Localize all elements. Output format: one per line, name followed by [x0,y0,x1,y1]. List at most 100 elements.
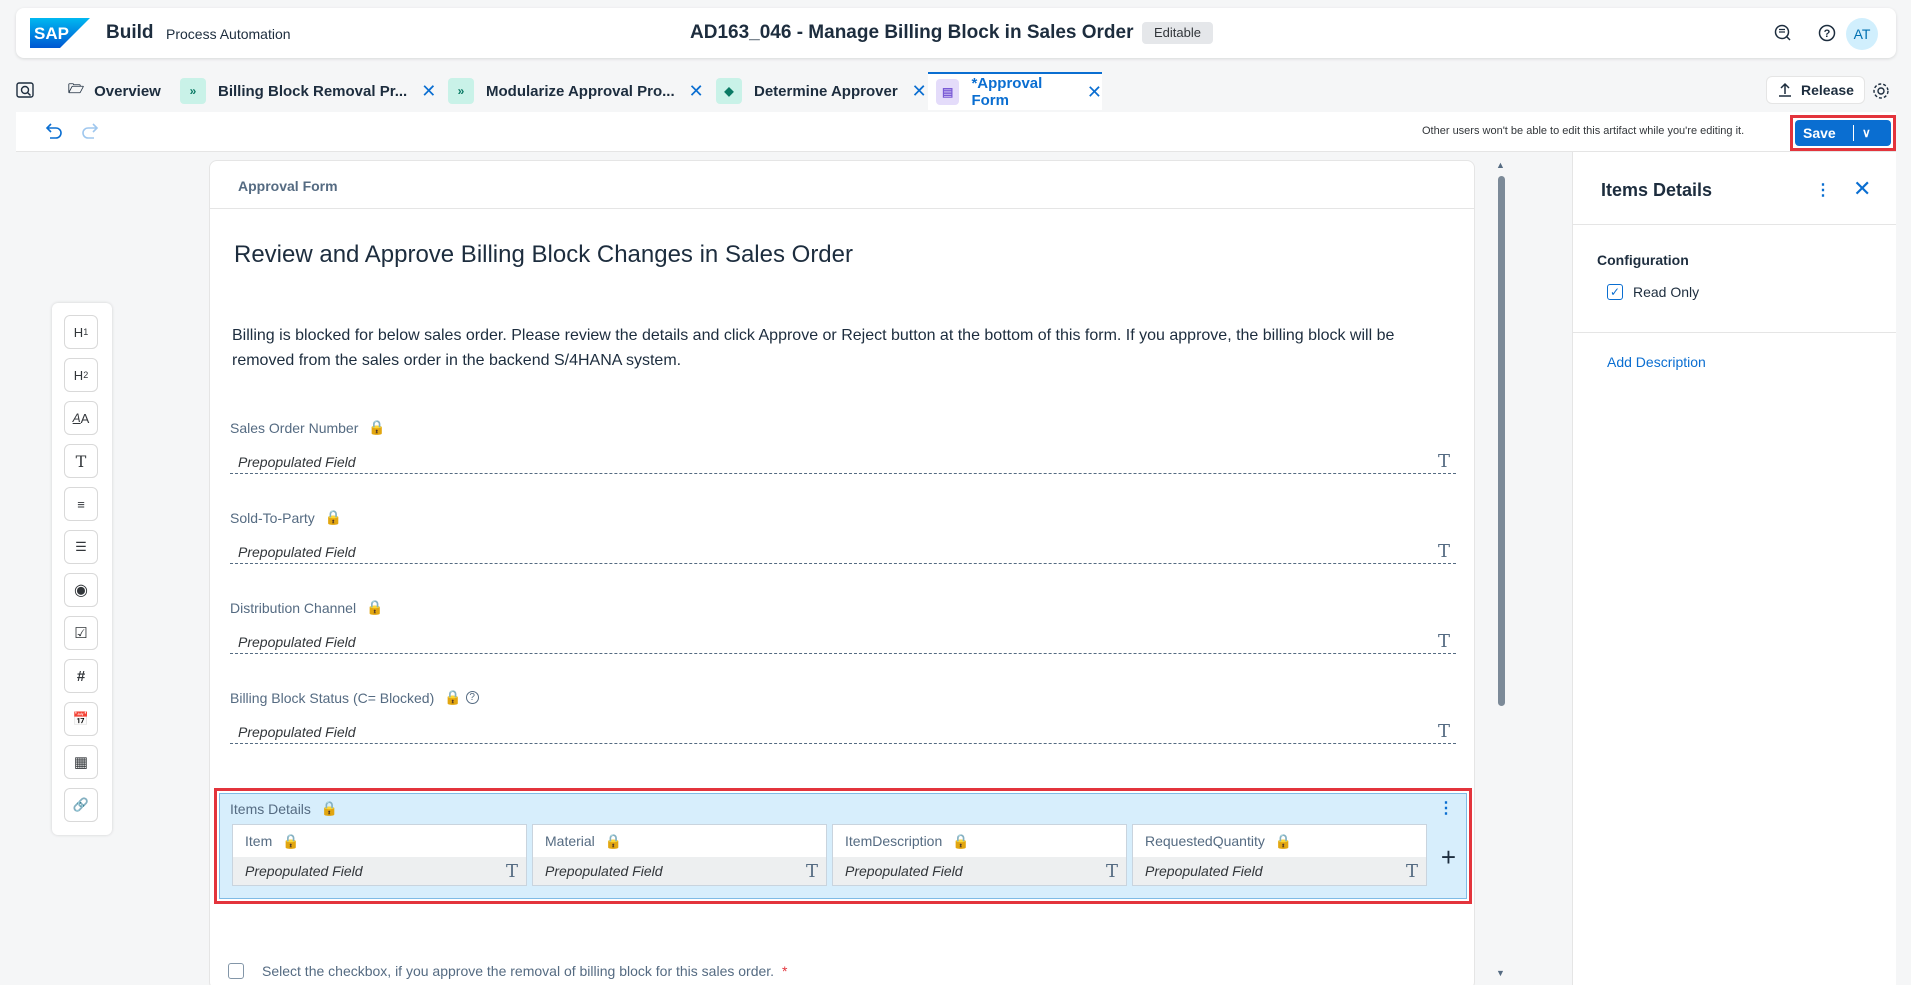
scroll-down-icon[interactable]: ▼ [1496,968,1505,978]
close-icon[interactable]: ✕ [1853,176,1871,202]
text-control[interactable]: T [64,444,98,478]
field-placeholder: Prepopulated Field [238,543,356,560]
billing-block-status-field[interactable]: Billing Block Status (C= Blocked) 🔒? Prep… [230,689,1456,744]
folder-icon: 🗁 [68,81,85,96]
field-placeholder: Prepopulated Field [238,453,356,470]
column-item[interactable]: Item 🔒 Prepopulated Field T [232,824,527,886]
canvas-scrollbar[interactable]: ▲ ▼ [1494,160,1508,985]
heading1-control[interactable]: H1 [64,315,98,349]
product-name: Process Automation [166,26,291,42]
gear-icon[interactable] [1870,80,1892,102]
form-canvas: Approval Form Review and Approve Billing… [209,160,1475,985]
brand-name: Build [106,22,154,43]
close-icon[interactable]: ✕ [1087,82,1102,103]
field-label: Billing Block Status (C= Blocked) [230,689,435,706]
search-artifacts-button[interactable] [16,72,46,110]
tab-label: *Approval Form [971,75,1043,109]
redo-icon[interactable] [80,122,102,142]
close-icon[interactable]: ✕ [421,81,436,102]
lock-icon: 🔒 [952,832,970,849]
form-title[interactable]: Review and Approve Billing Block Changes… [234,241,853,269]
column-placeholder: Prepopulated Field [1145,863,1263,879]
add-description-link[interactable]: Add Description [1607,354,1706,370]
shell-bar: SAP Build Process Automation AD163_046 -… [16,8,1896,58]
date-icon[interactable]: 📅 [64,702,98,736]
lock-icon: 🔒 [320,800,339,816]
tab-label: Billing Block Removal Pr... [218,82,408,100]
column-material[interactable]: Material 🔒 Prepopulated Field T [532,824,827,886]
number-icon[interactable]: # [64,659,98,693]
chevron-down-icon[interactable]: ∨ [1862,126,1871,140]
lock-icon: 🔒 [324,509,343,525]
read-only-checkbox[interactable]: ✓ [1607,284,1623,300]
status-badge: Editable [1142,22,1213,44]
control-palette: H1 H2 AA T ≡ ☰ ◉ ☑ # 📅 ▦ 🔗 [52,303,112,835]
process-icon: » [180,78,206,104]
approve-checkbox-field[interactable]: Select the checkbox, if you approve the … [228,963,788,979]
properties-panel: Items Details ⋮ ✕ Configuration ✓ Read O… [1572,152,1896,985]
close-icon[interactable]: ✕ [912,81,927,102]
lock-icon: 🔒 [604,832,623,849]
field-placeholder: Prepopulated Field [238,723,356,740]
release-button[interactable]: Release [1766,76,1865,104]
form-icon: ▤ [936,79,960,105]
required-mark: * [782,963,788,979]
lock-icon: 🔒 [1274,832,1293,849]
editor-toolbar: Other users won't be able to edit this a… [16,112,1896,152]
feedback-icon[interactable] [1772,22,1794,44]
form-description[interactable]: Billing is blocked for below sales order… [232,323,1432,373]
paragraph-style-control[interactable]: AA [64,401,98,435]
panel-title: Items Details [1601,180,1713,200]
read-only-checkbox-row[interactable]: ✓ Read Only [1607,284,1699,300]
items-details-table[interactable]: Items Details 🔒 ⋮ Item 🔒 Prepopulated Fiel… [219,793,1467,899]
scroll-thumb[interactable] [1498,176,1505,706]
checkbox-icon[interactable]: ☑ [64,616,98,650]
radio-icon[interactable]: ◉ [64,573,98,607]
heading2-control[interactable]: H2 [64,358,98,392]
column-placeholder: Prepopulated Field [545,863,663,879]
undo-icon[interactable] [42,122,64,142]
column-requested-quantity[interactable]: RequestedQuantity 🔒 Prepopulated Field T [1132,824,1427,886]
save-button[interactable]: Save ∨ [1795,120,1891,146]
avatar[interactable]: AT [1846,18,1878,50]
process-icon: » [448,78,474,104]
tab-modularize-approval[interactable]: » Modularize Approval Pro... ✕ [448,72,704,110]
form-header-label: Approval Form [238,178,338,194]
paragraph-icon[interactable]: ≡ [64,487,98,521]
help-icon[interactable]: ? [1816,22,1838,44]
text-type-icon: T [1437,451,1450,472]
svg-text:SAP: SAP [34,24,69,43]
more-options-icon[interactable]: ⋮ [1815,180,1831,200]
tab-approval-form[interactable]: ▤ *Approval Form ✕ [928,72,1102,110]
tab-overview[interactable]: 🗁 Overview [68,72,161,110]
sold-to-party-field[interactable]: Sold-To-Party 🔒 Prepopulated Field T [230,509,1456,564]
scroll-up-icon[interactable]: ▲ [1496,160,1505,170]
tab-billing-block-removal[interactable]: » Billing Block Removal Pr... ✕ [180,72,436,110]
lock-icon: 🔒 [366,599,384,615]
more-options-icon[interactable]: ⋮ [1438,798,1454,818]
sap-logo[interactable]: SAP [30,18,90,48]
close-icon[interactable]: ✕ [689,81,704,102]
add-column-icon[interactable]: + [1441,842,1456,873]
read-only-label: Read Only [1633,284,1700,300]
edit-lock-note: Other users won't be able to edit this a… [1422,125,1745,137]
column-label: ItemDescription [845,833,943,849]
items-label: Items Details [230,800,311,817]
table-icon[interactable]: ▦ [64,745,98,779]
tab-label: Modularize Approval Pro... [486,82,675,100]
text-type-icon: T [1437,721,1450,742]
page-title: AD163_046 - Manage Billing Block in Sale… [690,22,1134,43]
approve-checkbox[interactable] [228,963,244,979]
column-item-description[interactable]: ItemDescription 🔒 Prepopulated Field T [832,824,1127,886]
release-label: Release [1801,82,1854,98]
divider [1573,332,1896,333]
link-icon[interactable]: 🔗 [64,788,98,822]
search-icon [16,82,34,98]
distribution-channel-field[interactable]: Distribution Channel 🔒 Prepopulated Field… [230,599,1456,654]
checklist-icon[interactable]: ☰ [64,530,98,564]
help-icon[interactable]: ? [465,691,479,704]
text-type-icon: T [1405,860,1418,882]
sales-order-number-field[interactable]: Sales Order Number 🔒 Prepopulated Field T [230,419,1456,474]
tab-determine-approver[interactable]: ◆ Determine Approver ✕ [716,72,927,110]
column-label: Material [545,833,595,849]
